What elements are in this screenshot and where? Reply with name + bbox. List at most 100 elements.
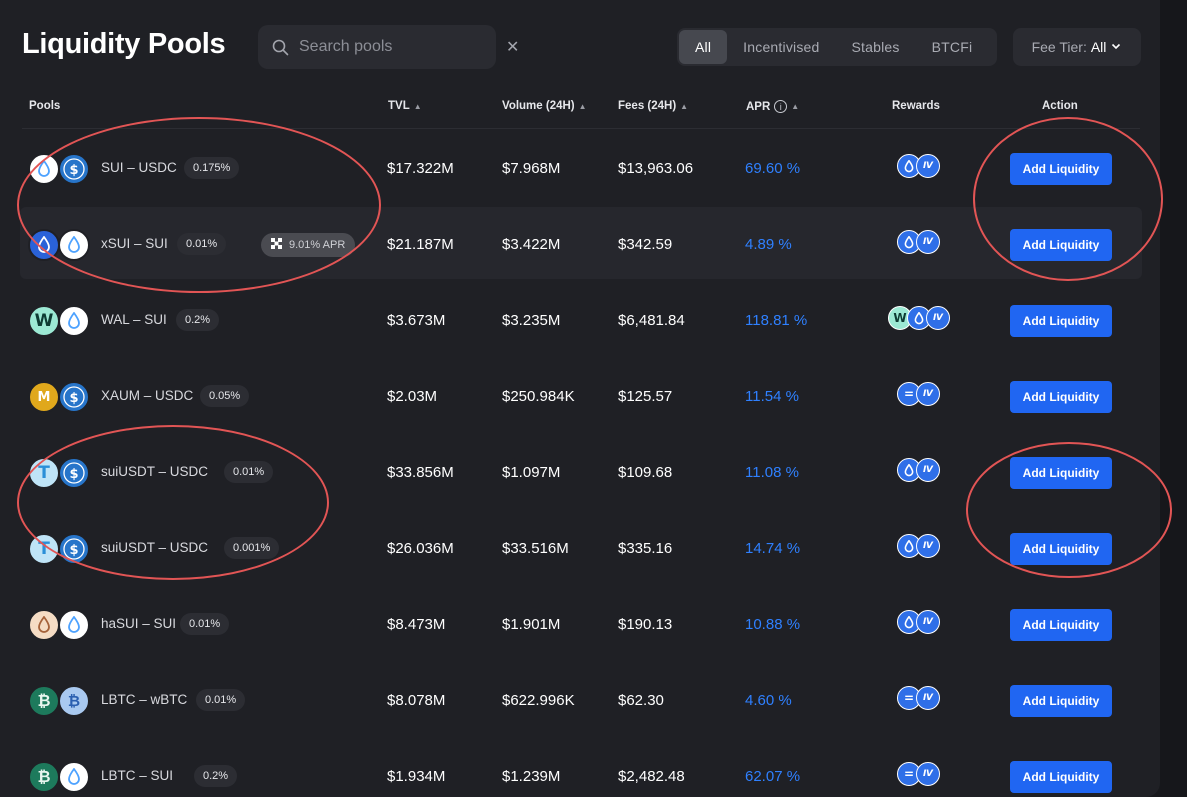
col-tvl[interactable]: TVL ▲ bbox=[388, 100, 422, 112]
search-icon bbox=[272, 38, 289, 56]
rewards-icons[interactable]: = Ⅳ bbox=[897, 686, 940, 710]
pool-name[interactable]: LBTC – wBTC bbox=[101, 692, 187, 707]
table-row[interactable]: ₿ ₿ LBTC – wBTC 0.01% $8.078M $622.996K $… bbox=[20, 663, 1142, 735]
scrollbar-track[interactable] bbox=[1160, 0, 1187, 797]
usdt-icon: T bbox=[28, 457, 60, 489]
filter-tabs: All Incentivised Stables BTCFi bbox=[677, 28, 997, 66]
col-tvl-label: TVL bbox=[388, 100, 410, 112]
search-input[interactable] bbox=[299, 38, 506, 56]
usdc-icon: $ bbox=[58, 381, 90, 413]
table-row[interactable]: ₿ LBTC – SUI 0.2% $1.934M $1.239M $2,482… bbox=[20, 739, 1142, 797]
points-reward-icon: Ⅳ bbox=[916, 458, 940, 482]
apr-value[interactable]: 14.74 % bbox=[745, 540, 800, 557]
rewards-icons[interactable]: Ⅳ bbox=[897, 458, 940, 482]
points-reward-icon: Ⅳ bbox=[916, 610, 940, 634]
apr-value[interactable]: 11.08 % bbox=[745, 464, 799, 481]
add-liquidity-button[interactable]: Add Liquidity bbox=[1010, 685, 1112, 717]
col-fees-label: Fees (24H) bbox=[618, 100, 677, 112]
fee-badge: 0.175% bbox=[184, 157, 240, 179]
fee-badge: 0.01% bbox=[180, 613, 230, 635]
tvl-value: $21.187M bbox=[387, 236, 454, 253]
rewards-icons[interactable]: WⅣ bbox=[888, 306, 950, 330]
tvl-value: $8.078M bbox=[387, 692, 446, 709]
add-liquidity-button[interactable]: Add Liquidity bbox=[1010, 533, 1112, 565]
add-liquidity-button[interactable]: Add Liquidity bbox=[1010, 381, 1112, 413]
pool-name[interactable]: WAL – SUI bbox=[101, 312, 167, 327]
fee-badge: 0.2% bbox=[194, 765, 238, 787]
col-volume-label: Volume (24H) bbox=[502, 100, 575, 112]
table-row[interactable]: W WAL – SUI 0.2% $3.673M $3.235M $6,481.… bbox=[20, 283, 1142, 355]
sui-icon bbox=[58, 229, 90, 261]
rewards-icons[interactable]: = Ⅳ bbox=[897, 762, 940, 786]
rewards-icons[interactable]: Ⅳ bbox=[897, 154, 940, 178]
pool-name[interactable]: LBTC – SUI bbox=[101, 768, 173, 783]
fees-value: $13,963.06 bbox=[618, 160, 694, 177]
add-liquidity-button[interactable]: Add Liquidity bbox=[1010, 761, 1112, 793]
table-row[interactable]: M $ XAUM – USDC 0.05% $2.03M $250.984K $1… bbox=[20, 359, 1142, 431]
info-icon[interactable]: i bbox=[774, 100, 788, 113]
table-row[interactable]: xSUI – SUI 0.01% 9.01% APR $21.187M $3.4… bbox=[20, 207, 1142, 279]
add-liquidity-button[interactable]: Add Liquidity bbox=[1010, 457, 1112, 489]
add-liquidity-button[interactable]: Add Liquidity bbox=[1010, 305, 1112, 337]
table-row[interactable]: T $ suiUSDT – USDC 0.01% $33.856M $1.097M… bbox=[20, 435, 1142, 507]
svg-text:$: $ bbox=[69, 467, 78, 482]
tvl-value: $2.03M bbox=[387, 388, 438, 405]
volume-value: $7.968M bbox=[502, 160, 561, 177]
apr-value[interactable]: 4.89 % bbox=[745, 236, 792, 253]
table-header: Pools TVL ▲ Volume (24H) ▲ Fees (24H) ▲ APR… bbox=[0, 100, 1160, 116]
token-pair-icons bbox=[28, 609, 90, 641]
token-pair-icons: ₿ ₿ bbox=[28, 685, 90, 717]
apr-value[interactable]: 118.81 % bbox=[745, 312, 807, 329]
col-fees[interactable]: Fees (24H) ▲ bbox=[618, 100, 688, 112]
page-title: Liquidity Pools bbox=[22, 28, 226, 60]
apr-value[interactable]: 69.60 % bbox=[745, 160, 800, 177]
pool-name[interactable]: suiUSDT – USDC bbox=[101, 540, 208, 555]
col-apr[interactable]: APR i ▲ bbox=[746, 100, 799, 113]
volume-value: $3.235M bbox=[502, 312, 561, 329]
rewards-icons[interactable]: = Ⅳ bbox=[897, 382, 940, 406]
pool-name[interactable]: suiUSDT – USDC bbox=[101, 464, 208, 479]
usdc-icon: $ bbox=[58, 457, 90, 489]
col-action-label: Action bbox=[1042, 100, 1078, 112]
points-reward-icon: Ⅳ bbox=[916, 230, 940, 254]
search-box[interactable]: ✕ bbox=[258, 25, 519, 69]
tab-all[interactable]: All bbox=[679, 30, 728, 64]
sort-icon: ▲ bbox=[680, 101, 689, 111]
fees-value: $342.59 bbox=[618, 236, 673, 253]
rewards-icons[interactable]: Ⅳ bbox=[897, 610, 940, 634]
add-liquidity-button[interactable]: Add Liquidity bbox=[1010, 153, 1112, 185]
tab-incentivised[interactable]: Incentivised bbox=[727, 30, 835, 64]
pool-name[interactable]: SUI – USDC bbox=[101, 160, 177, 175]
col-volume[interactable]: Volume (24H) ▲ bbox=[502, 100, 587, 112]
sort-icon: ▲ bbox=[413, 101, 422, 111]
pool-name[interactable]: haSUI – SUI bbox=[101, 616, 176, 631]
tab-btcfi[interactable]: BTCFi bbox=[916, 30, 989, 64]
add-liquidity-button[interactable]: Add Liquidity bbox=[1010, 609, 1112, 641]
apr-value[interactable]: 4.60 % bbox=[745, 692, 792, 709]
pool-name[interactable]: xSUI – SUI bbox=[101, 236, 168, 251]
clear-icon[interactable]: ✕ bbox=[506, 37, 519, 57]
volume-value: $250.984K bbox=[502, 388, 575, 405]
volume-value: $3.422M bbox=[502, 236, 561, 253]
apr-value[interactable]: 10.88 % bbox=[745, 616, 800, 633]
volume-value: $1.097M bbox=[502, 464, 561, 481]
fee-badge: 0.01% bbox=[196, 689, 246, 711]
apr-value[interactable]: 11.54 % bbox=[745, 388, 799, 405]
add-liquidity-button[interactable]: Add Liquidity bbox=[1010, 229, 1112, 261]
svg-text:$: $ bbox=[69, 163, 78, 178]
fee-tier-dropdown[interactable]: Fee Tier: All bbox=[1013, 28, 1141, 66]
header-divider bbox=[22, 128, 1140, 129]
rewards-icons[interactable]: Ⅳ bbox=[897, 230, 940, 254]
table-row[interactable]: haSUI – SUI 0.01% $8.473M $1.901M $190.1… bbox=[20, 587, 1142, 659]
pool-name[interactable]: XAUM – USDC bbox=[101, 388, 193, 403]
svg-text:$: $ bbox=[69, 391, 78, 406]
table-row[interactable]: $ SUI – USDC 0.175% $17.322M $7.968M $13… bbox=[20, 131, 1142, 203]
grid-icon bbox=[271, 238, 282, 252]
svg-text:$: $ bbox=[69, 543, 78, 558]
rewards-icons[interactable]: Ⅳ bbox=[897, 534, 940, 558]
fees-value: $125.57 bbox=[618, 388, 673, 405]
tab-stables[interactable]: Stables bbox=[836, 30, 916, 64]
apr-value[interactable]: 62.07 % bbox=[745, 768, 800, 785]
table-row[interactable]: T $ suiUSDT – USDC 0.001% $26.036M $33.51… bbox=[20, 511, 1142, 583]
tvl-value: $17.322M bbox=[387, 160, 454, 177]
